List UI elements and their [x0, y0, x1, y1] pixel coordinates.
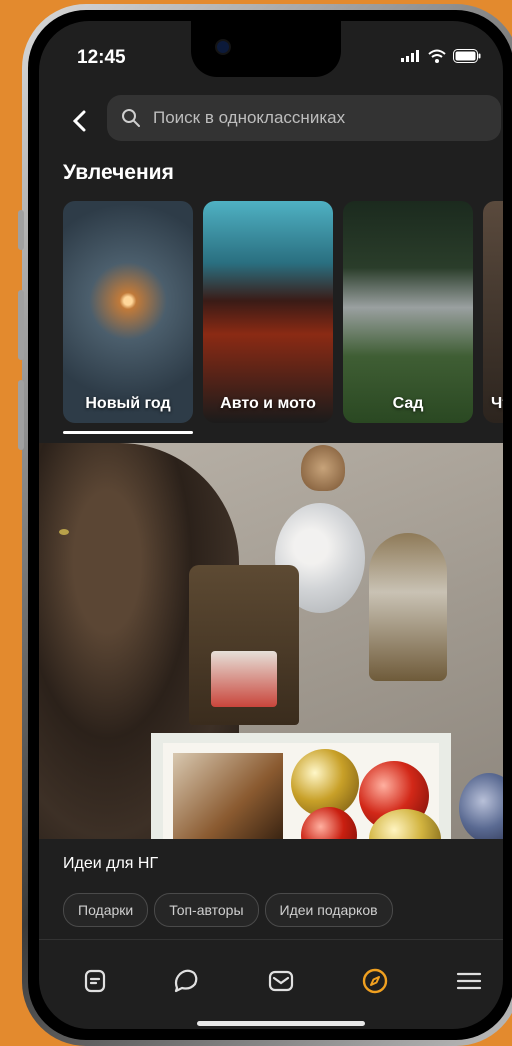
battery-icon [453, 49, 481, 63]
category-label: Авто и мото [220, 395, 316, 412]
side-button [18, 290, 24, 360]
search-input[interactable] [151, 107, 475, 129]
tab-explore[interactable] [359, 965, 391, 997]
post-title: Идеи для НГ [63, 855, 159, 872]
screen: 12:45 Поиск в одноклассниках Увлечения Н… [39, 21, 503, 1029]
chip-gift-ideas[interactable]: Идеи подарков [264, 893, 393, 927]
photo-card [173, 753, 283, 839]
category-carousel[interactable]: Новый год Авто и мото Сад Чт [63, 201, 503, 423]
camera-icon [215, 39, 231, 55]
chip-top-authors[interactable]: Топ-авторы [154, 893, 259, 927]
ornament [459, 773, 503, 839]
feed-icon [84, 969, 106, 993]
selected-category-indicator [63, 431, 193, 434]
category-card-garden[interactable]: Сад [343, 201, 473, 423]
section-title: Увлечения [63, 161, 174, 184]
category-card-auto-moto[interactable]: Авто и мото [203, 201, 333, 423]
chip-gifts[interactable]: Подарки [63, 893, 149, 927]
bottom-tab-bar [39, 951, 503, 1011]
phone-frame: 12:45 Поиск в одноклассниках Увлечения Н… [22, 4, 512, 1046]
chevron-left-icon [72, 110, 86, 132]
pinecone [301, 445, 345, 491]
phone-bezel: 12:45 Поиск в одноклассниках Увлечения Н… [28, 10, 512, 1040]
compass-icon [362, 968, 388, 994]
divider [39, 939, 503, 940]
search-bar[interactable] [107, 95, 501, 141]
post-image[interactable] [39, 443, 503, 839]
tab-messages[interactable] [265, 965, 297, 997]
wifi-icon [428, 49, 446, 63]
category-card-new-year[interactable]: Новый год [63, 201, 193, 423]
tab-menu[interactable] [453, 965, 485, 997]
category-label: Чт [491, 395, 503, 412]
category-label: Сад [392, 395, 424, 412]
lantern-lamp [369, 533, 447, 681]
search-icon [122, 109, 140, 127]
home-indicator[interactable] [197, 1021, 365, 1026]
mail-icon [268, 970, 294, 992]
category-label: Новый год [85, 395, 171, 412]
side-button [18, 210, 24, 250]
status-time: 12:45 [77, 47, 126, 68]
category-card-partial[interactable]: Чт [483, 201, 503, 423]
tab-feed[interactable] [79, 965, 111, 997]
side-button [18, 380, 24, 450]
signal-icon [401, 50, 419, 62]
lantern [189, 565, 299, 725]
status-icons [401, 49, 481, 63]
back-button[interactable] [65, 101, 93, 141]
tag-chips: Подарки Топ-авторы Идеи подарков [63, 893, 393, 927]
menu-icon [456, 972, 482, 990]
tab-discussions[interactable] [169, 965, 201, 997]
notch [191, 21, 341, 77]
chat-icon [174, 969, 198, 993]
